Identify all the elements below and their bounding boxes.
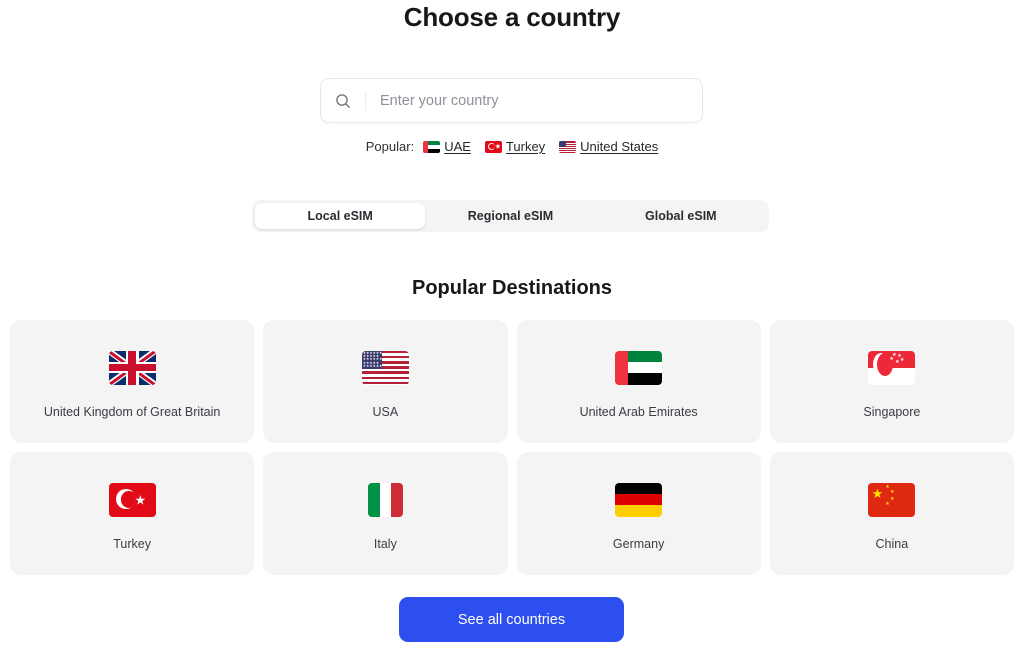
tab-local-esim[interactable]: Local eSIM — [255, 203, 426, 229]
turkey-flag-icon: ★ — [484, 140, 502, 153]
destination-card-united-arab-emirates[interactable]: United Arab Emirates — [516, 320, 761, 443]
singapore-stars: ★ ★ ★ ★ ★ — [889, 351, 905, 365]
tab-global-esim[interactable]: Global eSIM — [596, 203, 766, 229]
search-input[interactable] — [366, 79, 702, 122]
popular-link-united-states[interactable]: United States — [559, 139, 658, 154]
card-flag-slot — [108, 344, 156, 392]
popular-countries-row: Popular: UAE ★ Turkey United States — [0, 139, 1024, 154]
united-arab-emirates-flag-icon — [423, 140, 441, 153]
card-flag-slot — [367, 476, 403, 524]
tab-regional-esim[interactable]: Regional eSIM — [425, 203, 595, 229]
popular-link-label: United States — [580, 139, 659, 154]
destination-card-label: Italy — [373, 536, 397, 551]
popular-link-uae[interactable]: UAE — [423, 139, 471, 154]
search-icon — [321, 79, 365, 122]
card-flag-slot: ★★★★★★ ★★★★★ ★★★★★★ ★★★★★ ★★★★★★ — [361, 344, 409, 392]
card-flag-slot: ★ — [108, 476, 156, 524]
choose-country-page: Choose a country Popular: UAE ★ Turkey — [0, 0, 1024, 666]
china-flag-icon: ★ ★ ★ ★ ★ — [868, 482, 916, 517]
popular-link-turkey[interactable]: ★ Turkey — [484, 139, 546, 154]
destination-card-label: United Arab Emirates — [579, 404, 698, 419]
destination-card-label: Germany — [612, 536, 665, 551]
page-title: Choose a country — [403, 2, 621, 32]
esim-type-tabs: Local eSIM Regional eSIM Global eSIM — [252, 200, 769, 232]
singapore-flag-icon: ★ ★ ★ ★ ★ — [868, 350, 916, 385]
united-arab-emirates-flag-icon — [615, 350, 663, 385]
destination-card-label: Turkey — [113, 536, 151, 551]
card-flag-slot: ★ ★ ★ ★ ★ — [868, 344, 916, 392]
popular-link-label: Turkey — [505, 139, 546, 154]
united-states-flag-icon: ★★★★★★ ★★★★★ ★★★★★★ ★★★★★ ★★★★★★ — [361, 350, 409, 385]
destination-card-label: Singapore — [863, 404, 921, 419]
popular-link-label: UAE — [444, 139, 471, 154]
card-flag-slot — [615, 344, 663, 392]
united-kingdom-flag-icon — [108, 350, 156, 385]
popular-destinations-heading: Popular Destinations — [411, 277, 613, 299]
destinations-grid: United Kingdom of Great Britain ★★★★★★ ★★… — [10, 320, 1014, 575]
destination-card-china[interactable]: ★ ★ ★ ★ ★ China — [769, 452, 1014, 575]
italy-flag-icon — [367, 482, 403, 517]
destination-card-label: USA — [372, 404, 399, 419]
popular-label: Popular: — [365, 139, 415, 154]
destination-card-italy[interactable]: Italy — [263, 452, 508, 575]
card-flag-slot — [615, 476, 663, 524]
destination-card-singapore[interactable]: ★ ★ ★ ★ ★ Singapore — [769, 320, 1014, 443]
germany-flag-icon — [615, 482, 663, 517]
destination-card-germany[interactable]: Germany — [516, 452, 761, 575]
see-all-countries-button[interactable]: See all countries — [399, 597, 624, 642]
usa-stars: ★★★★★★ ★★★★★ ★★★★★★ ★★★★★ ★★★★★★ — [362, 350, 383, 369]
country-search-box[interactable] — [320, 78, 703, 123]
destination-card-usa[interactable]: ★★★★★★ ★★★★★ ★★★★★★ ★★★★★ ★★★★★★ USA — [263, 320, 508, 443]
destination-card-united-kingdom[interactable]: United Kingdom of Great Britain — [10, 320, 255, 443]
turkey-flag-icon: ★ — [108, 482, 156, 517]
united-states-flag-icon — [559, 140, 577, 153]
card-flag-slot: ★ ★ ★ ★ ★ — [868, 476, 916, 524]
destination-card-label: United Kingdom of Great Britain — [43, 404, 221, 419]
destination-card-label: China — [875, 536, 909, 551]
destination-card-turkey[interactable]: ★ Turkey — [10, 452, 255, 575]
